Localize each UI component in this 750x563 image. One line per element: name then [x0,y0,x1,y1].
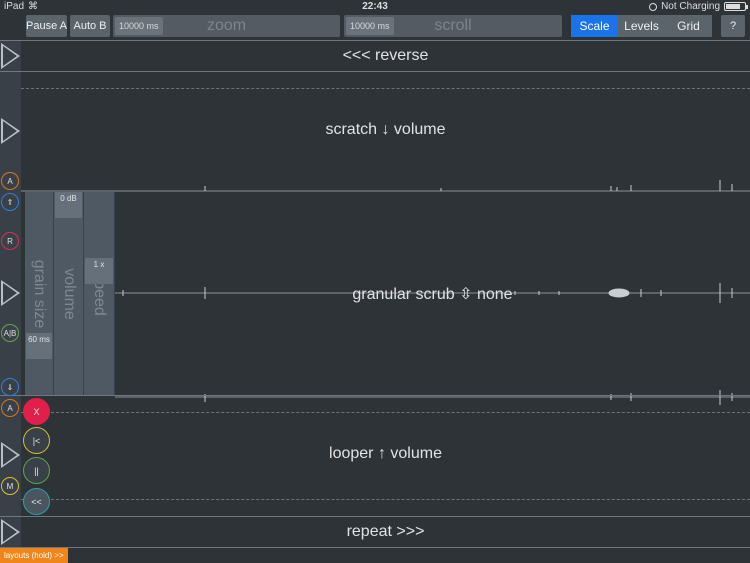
looper-label: looper ↑ volume [329,445,442,462]
a-marker-button-2[interactable]: A [1,399,19,417]
volume-value: 0 dB [55,192,82,218]
move-down-button[interactable]: ⇓ [1,378,19,396]
grain-size-value: 60 ms [26,333,52,359]
looper-pause-button[interactable]: || [23,457,50,484]
volume-slider[interactable]: volume 0 dB [54,192,84,395]
looper-rewind-button[interactable]: << [23,488,50,515]
m-marker-button[interactable]: M [1,477,19,495]
reverse-row[interactable]: <<< reverse [0,41,750,71]
play-icon[interactable] [1,43,20,69]
play-icon[interactable] [1,280,20,306]
repeat-label: repeat >>> [346,523,425,540]
granular-label: granular scrub ⇳ none [352,286,513,303]
looper-clear-button[interactable]: X [23,398,50,425]
repeat-row[interactable]: repeat >>> [0,517,750,547]
volume-label: volume [60,267,78,320]
speed-value: 1 x [85,258,113,284]
scratch-row[interactable]: scratch ↓ volume [0,72,750,192]
record-button[interactable]: R [1,232,19,250]
scratch-label: scratch ↓ volume [325,121,446,138]
layouts-button[interactable]: layouts (hold) >> [0,548,68,563]
looper-row[interactable]: looper ↑ volume [0,396,750,516]
grain-size-slider[interactable]: grain size 60 ms [25,192,54,395]
grain-size-label: grain size [31,259,48,328]
looper-to-start-button[interactable]: |< [23,427,50,454]
move-up-button[interactable]: ⇑ [1,193,19,211]
reverse-label: <<< reverse [342,47,429,64]
speed-slider[interactable]: speed 1 x [84,192,115,395]
play-icon[interactable] [1,442,20,468]
a-marker-button[interactable]: A [1,172,19,190]
play-icon[interactable] [1,519,20,545]
ab-toggle-button[interactable]: A|B [1,324,19,342]
play-icon[interactable] [1,118,20,144]
divider [0,547,750,548]
